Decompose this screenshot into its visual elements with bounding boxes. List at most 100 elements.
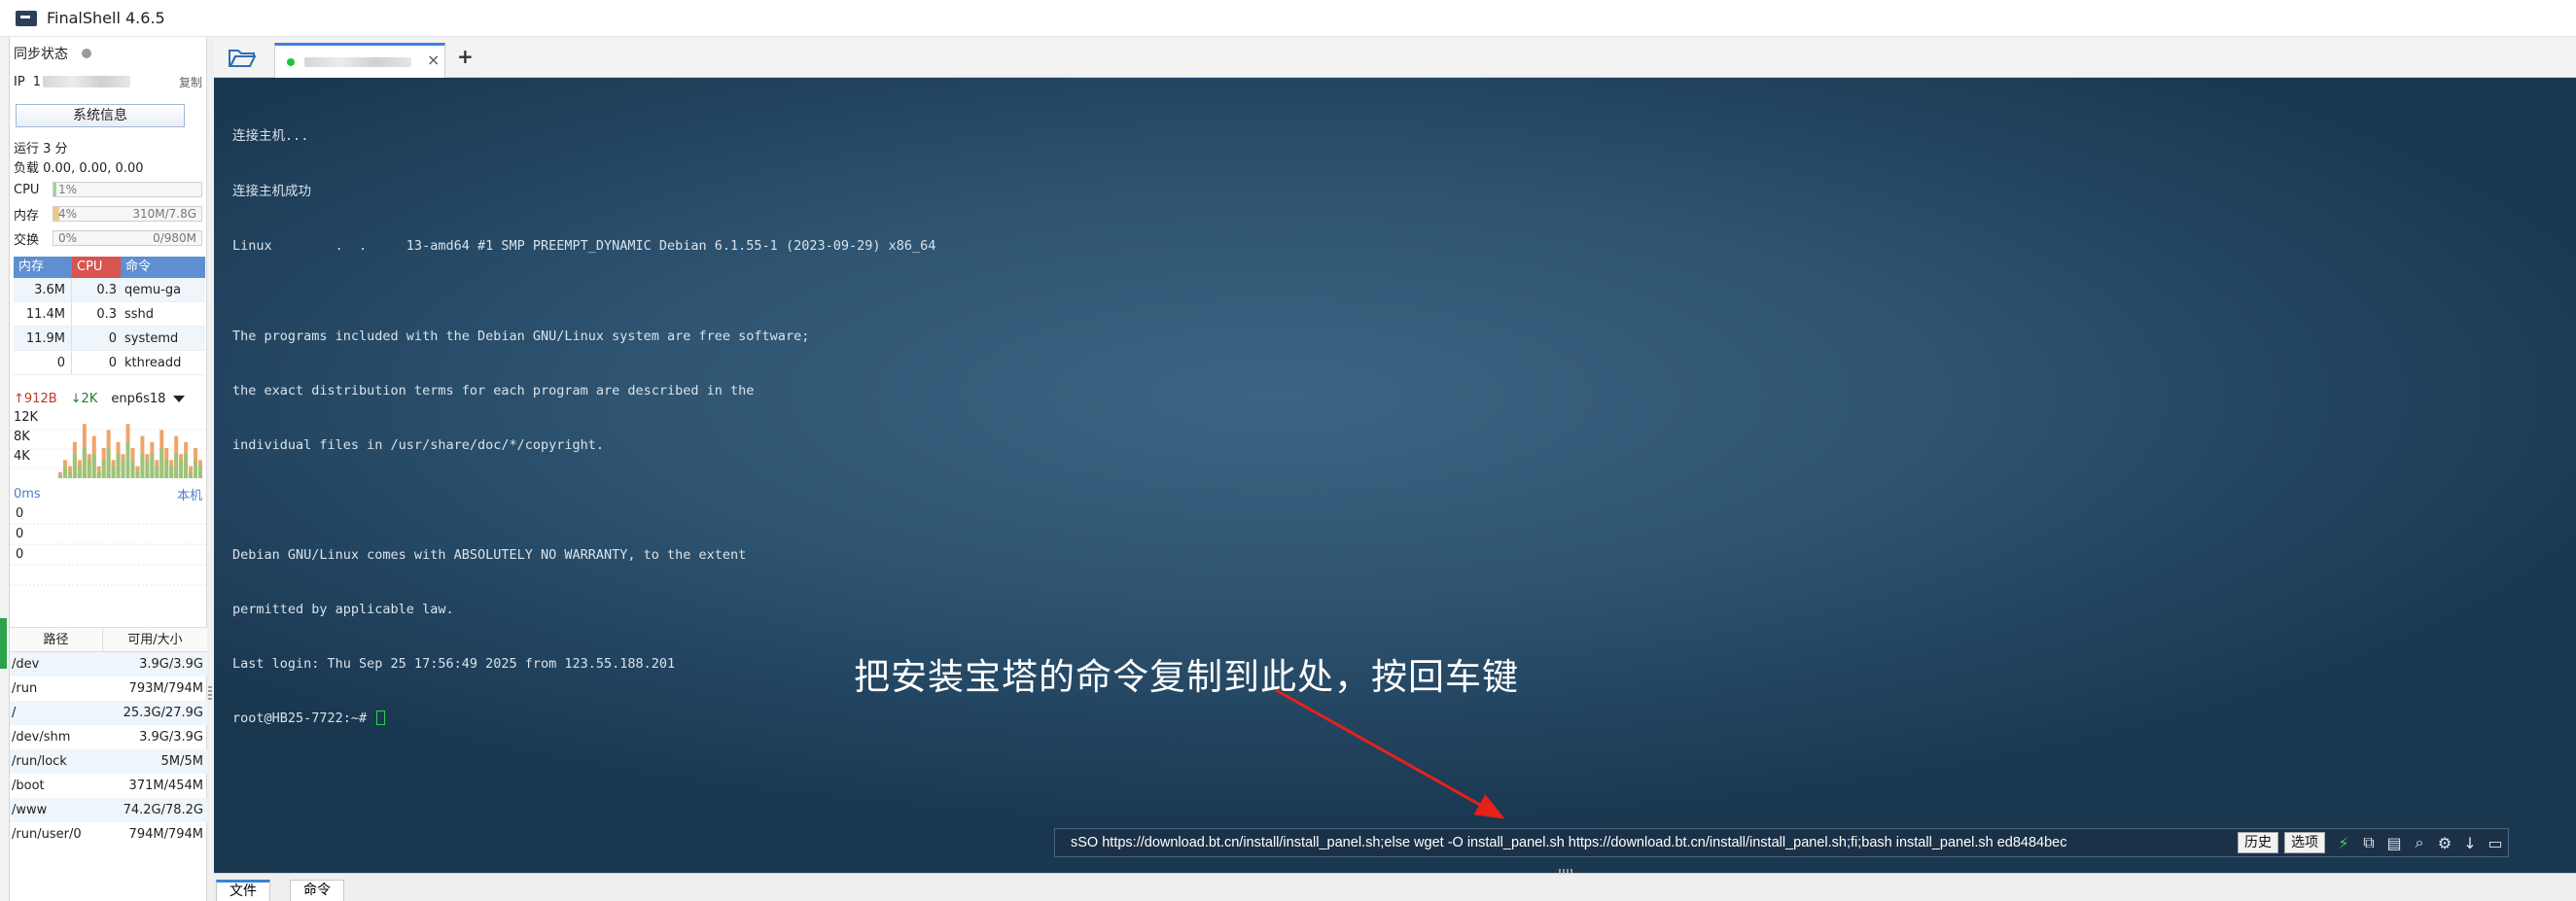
disk-size-header[interactable]: 可用/大小 (103, 628, 207, 651)
disk-path: /dev/shm (12, 730, 71, 745)
session-tab-bar: × + (214, 37, 2576, 78)
swap-label: 交换 (14, 232, 40, 248)
download-bar (62, 466, 67, 478)
process-table: 内存 CPU 命令 3.6M 0.3 qemu-ga 11.4M 0.3 ssh… (14, 257, 205, 375)
ping-target-select[interactable]: 本机 (177, 485, 202, 503)
disk-size: 74.2G/78.2G (123, 803, 203, 817)
session-tab-label (304, 57, 411, 67)
download-bar (58, 474, 62, 478)
process-mem: 0 (14, 351, 72, 374)
session-tab[interactable]: × (274, 43, 445, 78)
cpu-bar: 1% (53, 182, 202, 197)
ping-axis-label: 0 (16, 506, 24, 521)
terminal-panel[interactable]: 连接主机... 连接主机成功 Linux . . 13-amd64 #1 SMP… (214, 78, 2576, 873)
command-input[interactable]: sSO https://download.bt.cn/install/insta… (1055, 835, 2238, 850)
chevron-down-icon[interactable] (173, 395, 186, 402)
disk-path: /dev (12, 657, 40, 672)
table-row[interactable]: /dev/shm 3.9G/3.9G (10, 725, 207, 749)
lightning-icon[interactable]: ⚡ (2331, 830, 2356, 855)
download-bar (116, 454, 121, 478)
download-bar (77, 466, 82, 478)
memory-bar: 4% 310M/7.8G (53, 206, 202, 222)
table-row[interactable]: 11.9M 0 systemd (14, 327, 205, 351)
process-cpu: 0.3 (96, 283, 117, 297)
download-arrow-icon[interactable]: ↓ (2457, 830, 2483, 855)
finalshell-window: FinalShell 4.6.5 同步状态 IP 1 复制 系统信息 运行 3 … (0, 0, 2576, 901)
ip-redacted (42, 76, 130, 87)
paste-icon[interactable]: ▤ (2382, 830, 2407, 855)
add-tab-icon[interactable]: + (457, 45, 474, 68)
ip-label: IP (14, 74, 25, 89)
options-button[interactable]: 选项 (2284, 832, 2325, 853)
cpu-label: CPU (14, 182, 40, 197)
download-bar (150, 454, 155, 478)
download-bar (189, 471, 194, 478)
download-bar (164, 460, 169, 478)
swap-meter: 交换 0% 0/980M (14, 228, 202, 248)
table-row[interactable]: 11.4M 0.3 sshd (14, 302, 205, 327)
table-row[interactable]: / 25.3G/27.9G (10, 701, 207, 725)
download-bar (67, 471, 72, 478)
table-row[interactable]: /www 74.2G/78.2G (10, 798, 207, 822)
sort-by-memory-tab[interactable]: 内存 (14, 257, 72, 278)
maximize-icon[interactable]: ▭ (2483, 830, 2508, 855)
gear-icon[interactable]: ⚙ (2432, 830, 2457, 855)
download-bar (82, 448, 87, 478)
network-axis-labels: 12K 8K 4K (14, 408, 38, 467)
table-row[interactable]: 3.6M 0.3 qemu-ga (14, 278, 205, 302)
table-row[interactable]: 0 0 kthreadd (14, 351, 205, 375)
history-button[interactable]: 历史 (2238, 832, 2278, 853)
sort-by-cpu-tab[interactable]: CPU (72, 257, 121, 278)
close-tab-icon[interactable]: × (427, 51, 440, 69)
disk-path-header[interactable]: 路径 (10, 628, 103, 651)
network-traffic-graph (10, 424, 207, 478)
download-bar (194, 460, 198, 478)
annotation-arrow (1275, 688, 1505, 819)
network-axis-label: 8K (14, 430, 30, 444)
disk-size: 5M/5M (160, 754, 203, 769)
search-icon[interactable]: ⌕ (2407, 830, 2432, 855)
app-logo-icon (16, 8, 41, 29)
load-average: 负载 0.00, 0.00, 0.00 (14, 160, 144, 176)
copy-icon[interactable]: ⧉ (2356, 830, 2382, 855)
open-folder-icon[interactable] (228, 46, 257, 69)
table-row[interactable]: /boot 371M/454M (10, 774, 207, 798)
ping-graph (10, 523, 207, 586)
process-cmd: systemd (124, 331, 179, 346)
cpu-percent: 1% (58, 183, 78, 196)
table-row[interactable]: /run 793M/794M (10, 676, 207, 701)
process-mem: 11.9M (14, 327, 72, 350)
download-bar (96, 471, 101, 478)
download-bar (198, 466, 202, 478)
tab-files[interactable]: 文件 (216, 880, 270, 901)
left-accent-marker (0, 618, 7, 669)
sync-status-label: 同步状态 (14, 47, 68, 62)
sidebar-resize-handle[interactable] (208, 684, 212, 700)
process-cmd: sshd (124, 307, 155, 322)
table-row[interactable]: /run/user/0 794M/794M (10, 822, 207, 847)
connected-status-dot-icon (287, 58, 295, 66)
process-table-header: 内存 CPU 命令 (14, 257, 205, 278)
table-row[interactable]: /run/lock 5M/5M (10, 749, 207, 774)
system-info-button[interactable]: 系统信息 (16, 104, 185, 127)
title-bar: FinalShell 4.6.5 (0, 0, 2576, 37)
disk-size: 25.3G/27.9G (123, 706, 203, 720)
tab-commands[interactable]: 命令 (290, 880, 344, 901)
ping-header: 0ms 本机 (14, 484, 202, 503)
download-bar (87, 460, 91, 478)
disk-path: /boot (12, 779, 45, 793)
window-title: FinalShell 4.6.5 (47, 9, 165, 27)
ping-axis-label: 0 (16, 527, 24, 541)
download-bar (184, 454, 189, 478)
network-interface-select[interactable]: enp6s18 (111, 392, 165, 406)
sort-by-command-tab[interactable]: 命令 (121, 257, 205, 278)
copy-ip-button[interactable]: 复制 (179, 74, 202, 90)
swap-bar: 0% 0/980M (53, 230, 202, 246)
memory-usage: 310M/7.8G (132, 207, 196, 221)
ip-value: 1 (32, 74, 41, 89)
table-row[interactable]: /dev 3.9G/3.9G (10, 652, 207, 676)
ping-axis-label: 0 (16, 547, 24, 562)
download-rate: ↓2K (70, 391, 98, 406)
instruction-annotation: 把安装宝塔的命令复制到此处，按回车键 (854, 656, 1519, 698)
disk-rows: /dev 3.9G/3.9G /run 793M/794M / 25.3G/27.9G… (10, 652, 207, 847)
